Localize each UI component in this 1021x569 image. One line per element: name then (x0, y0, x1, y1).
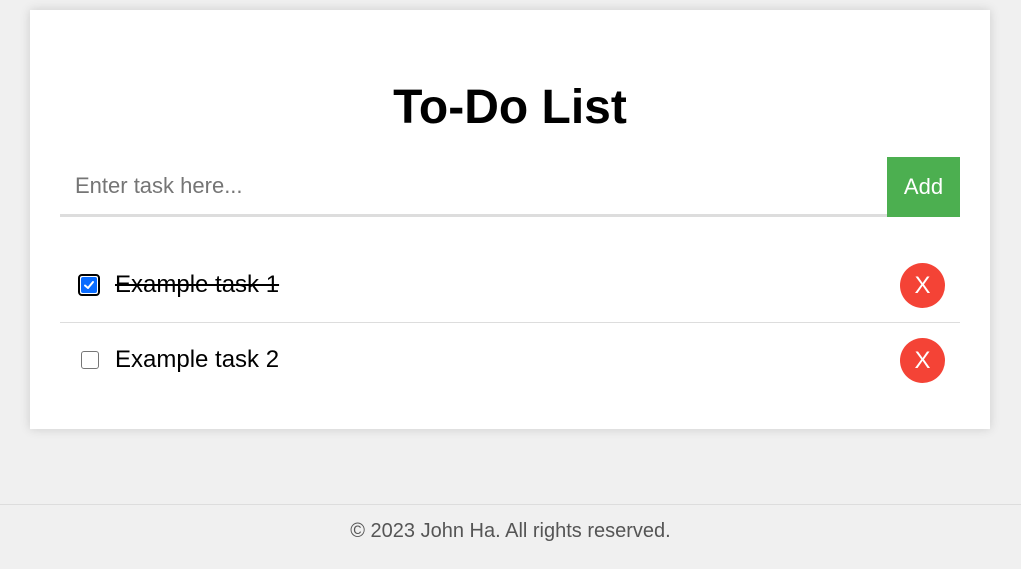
task-item: Example task 1 X (60, 248, 960, 323)
delete-task-button[interactable]: X (900, 263, 945, 308)
task-list: Example task 1 X Example task 2 X (60, 248, 960, 398)
add-task-row: Add (60, 157, 960, 217)
delete-task-button[interactable]: X (900, 338, 945, 383)
task-input[interactable] (60, 157, 887, 217)
task-checkbox[interactable] (81, 351, 99, 369)
todo-card: To-Do List Add Example task 1 X Example … (30, 10, 990, 429)
task-item: Example task 2 X (60, 323, 960, 398)
task-checkbox[interactable] (78, 274, 100, 296)
add-button[interactable]: Add (887, 157, 960, 217)
footer-text: © 2023 John Ha. All rights reserved. (350, 520, 671, 542)
task-label: Example task 2 (115, 346, 280, 373)
task-label: Example task 1 (115, 271, 280, 298)
checkmark-icon (81, 277, 97, 293)
footer: © 2023 John Ha. All rights reserved. (0, 504, 1021, 569)
page-title: To-Do List (393, 81, 627, 134)
